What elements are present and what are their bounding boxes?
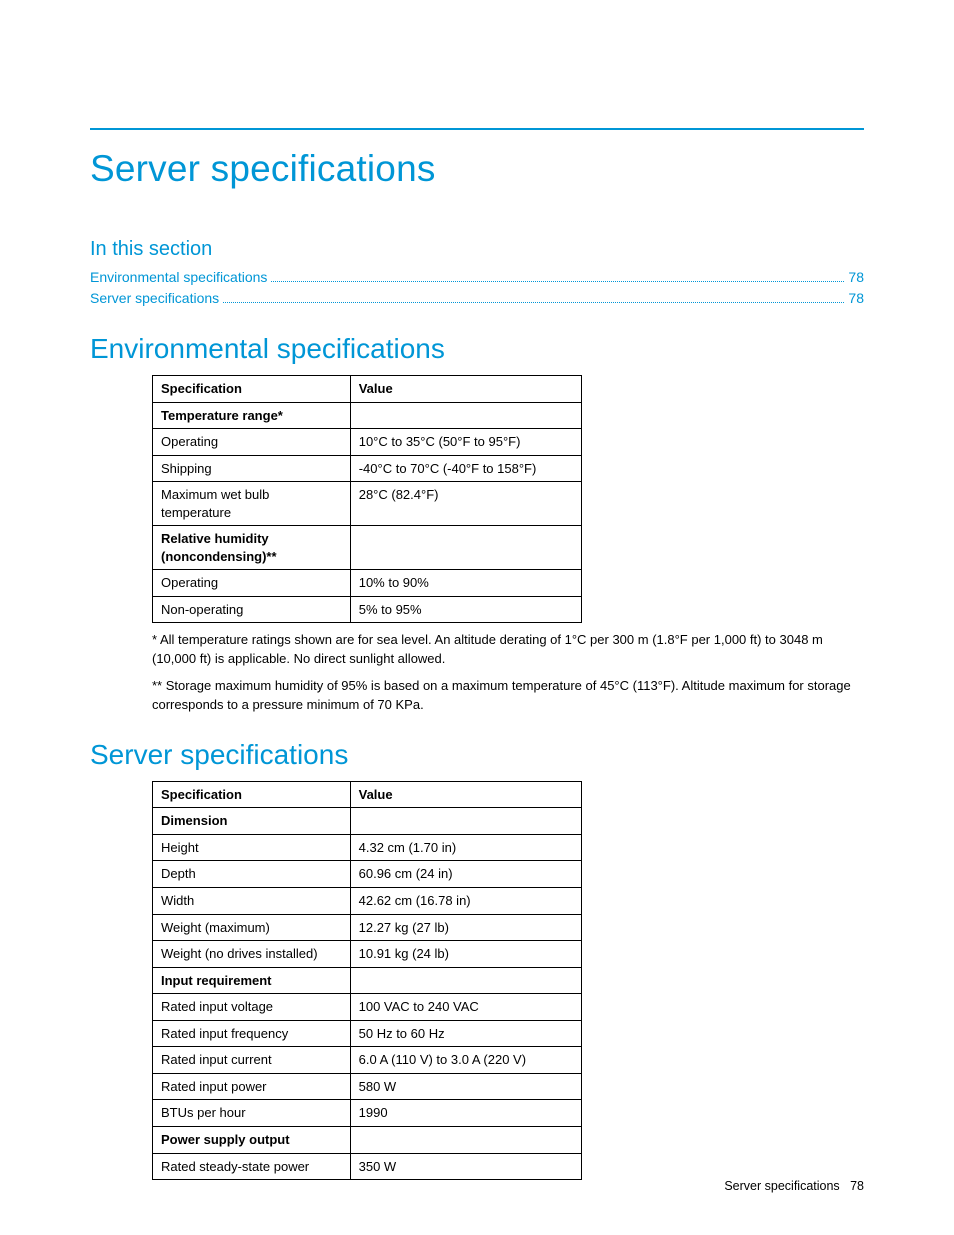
table-row: Non-operating5% to 95%	[153, 596, 582, 623]
table-row: Rated input power580 W	[153, 1073, 582, 1100]
cell-spec: Relative humidity (noncondensing)**	[153, 526, 351, 570]
cell-value	[350, 402, 581, 429]
cell-value: 4.32 cm (1.70 in)	[350, 834, 581, 861]
table-row: Dimension	[153, 808, 582, 835]
cell-spec: Weight (maximum)	[153, 914, 351, 941]
cell-spec: Non-operating	[153, 596, 351, 623]
table-row: Relative humidity (noncondensing)**	[153, 526, 582, 570]
cell-spec: Rated input power	[153, 1073, 351, 1100]
cell-spec: Depth	[153, 861, 351, 888]
environmental-specifications-heading: Environmental specifications	[90, 333, 864, 365]
table-row: Operating10°C to 35°C (50°F to 95°F)	[153, 429, 582, 456]
cell-value: 580 W	[350, 1073, 581, 1100]
cell-value	[350, 808, 581, 835]
table-row: Rated input current6.0 A (110 V) to 3.0 …	[153, 1047, 582, 1074]
footer-page: 78	[850, 1179, 864, 1193]
cell-spec: Rated input current	[153, 1047, 351, 1074]
cell-value: 28°C (82.4°F)	[350, 482, 581, 526]
col-value: Value	[350, 376, 581, 403]
toc-item-server[interactable]: Server specifications 78	[90, 288, 864, 309]
cell-value	[350, 967, 581, 994]
table-row: Depth60.96 cm (24 in)	[153, 861, 582, 888]
cell-spec: Rated input frequency	[153, 1020, 351, 1047]
cell-value: 6.0 A (110 V) to 3.0 A (220 V)	[350, 1047, 581, 1074]
footnote-temperature: * All temperature ratings shown are for …	[152, 631, 864, 669]
cell-value: 350 W	[350, 1153, 581, 1180]
cell-value: 10% to 90%	[350, 570, 581, 597]
cell-value: 12.27 kg (27 lb)	[350, 914, 581, 941]
cell-value: 60.96 cm (24 in)	[350, 861, 581, 888]
cell-value: 1990	[350, 1100, 581, 1127]
cell-value	[350, 526, 581, 570]
toc-label: Environmental specifications	[90, 267, 267, 288]
toc: Environmental specifications 78 Server s…	[90, 267, 864, 309]
table-row: Power supply output	[153, 1126, 582, 1153]
cell-value: 5% to 95%	[350, 596, 581, 623]
cell-spec: Height	[153, 834, 351, 861]
toc-label: Server specifications	[90, 288, 219, 309]
server-block: Specification Value Dimension Height4.32…	[152, 781, 864, 1180]
table-row: Shipping-40°C to 70°C (-40°F to 158°F)	[153, 455, 582, 482]
table-row: BTUs per hour1990	[153, 1100, 582, 1127]
toc-page: 78	[848, 288, 864, 309]
cell-spec: Weight (no drives installed)	[153, 941, 351, 968]
table-row: Rated input frequency50 Hz to 60 Hz	[153, 1020, 582, 1047]
footer-label: Server specifications	[724, 1179, 839, 1193]
page-footer: Server specifications 78	[724, 1179, 864, 1193]
server-specifications-heading: Server specifications	[90, 739, 864, 771]
table-row: Rated input voltage100 VAC to 240 VAC	[153, 994, 582, 1021]
toc-leader	[223, 302, 844, 303]
cell-value: 10°C to 35°C (50°F to 95°F)	[350, 429, 581, 456]
cell-value: 100 VAC to 240 VAC	[350, 994, 581, 1021]
cell-spec: BTUs per hour	[153, 1100, 351, 1127]
table-row: Rated steady-state power350 W	[153, 1153, 582, 1180]
cell-value	[350, 1126, 581, 1153]
cell-spec: Power supply output	[153, 1126, 351, 1153]
cell-spec: Maximum wet bulb temperature	[153, 482, 351, 526]
table-row: Input requirement	[153, 967, 582, 994]
col-value: Value	[350, 781, 581, 808]
cell-spec: Width	[153, 888, 351, 915]
table-header-row: Specification Value	[153, 781, 582, 808]
table-row: Width42.62 cm (16.78 in)	[153, 888, 582, 915]
toc-item-environmental[interactable]: Environmental specifications 78	[90, 267, 864, 288]
col-spec: Specification	[153, 781, 351, 808]
server-table: Specification Value Dimension Height4.32…	[152, 781, 582, 1180]
footnote-humidity: ** Storage maximum humidity of 95% is ba…	[152, 677, 864, 715]
cell-value: 50 Hz to 60 Hz	[350, 1020, 581, 1047]
cell-spec: Shipping	[153, 455, 351, 482]
table-row: Height4.32 cm (1.70 in)	[153, 834, 582, 861]
table-row: Weight (maximum)12.27 kg (27 lb)	[153, 914, 582, 941]
cell-value: 10.91 kg (24 lb)	[350, 941, 581, 968]
cell-spec: Temperature range*	[153, 402, 351, 429]
col-spec: Specification	[153, 376, 351, 403]
cell-spec: Rated input voltage	[153, 994, 351, 1021]
page-title: Server specifications	[90, 148, 864, 190]
table-header-row: Specification Value	[153, 376, 582, 403]
table-row: Temperature range*	[153, 402, 582, 429]
table-row: Operating10% to 90%	[153, 570, 582, 597]
environmental-block: Specification Value Temperature range* O…	[152, 375, 864, 715]
cell-spec: Operating	[153, 570, 351, 597]
table-row: Weight (no drives installed)10.91 kg (24…	[153, 941, 582, 968]
in-this-section-heading: In this section	[90, 238, 864, 261]
table-row: Maximum wet bulb temperature28°C (82.4°F…	[153, 482, 582, 526]
toc-leader	[271, 281, 844, 282]
page: Server specifications In this section En…	[0, 0, 954, 1235]
environmental-table: Specification Value Temperature range* O…	[152, 375, 582, 623]
cell-spec: Dimension	[153, 808, 351, 835]
toc-page: 78	[848, 267, 864, 288]
cell-spec: Input requirement	[153, 967, 351, 994]
cell-spec: Operating	[153, 429, 351, 456]
cell-value: -40°C to 70°C (-40°F to 158°F)	[350, 455, 581, 482]
cell-spec: Rated steady-state power	[153, 1153, 351, 1180]
top-rule	[90, 128, 864, 130]
cell-value: 42.62 cm (16.78 in)	[350, 888, 581, 915]
